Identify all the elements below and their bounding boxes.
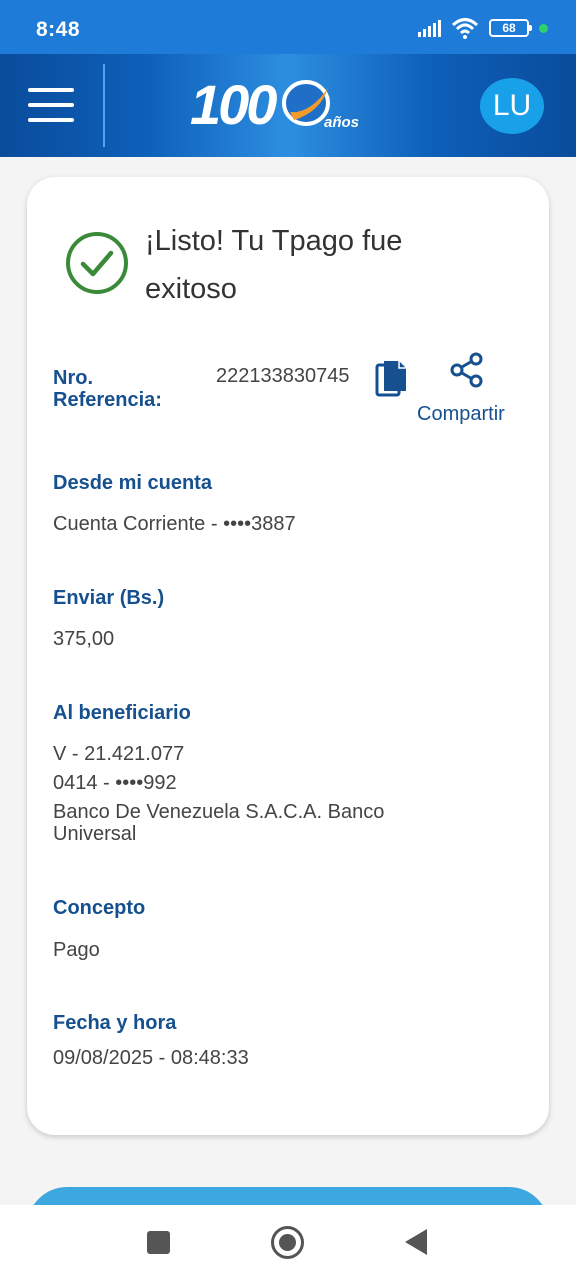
share-icon[interactable] [449,352,485,388]
signal-icon [418,19,441,37]
reference-value: 222133830745 [216,365,350,387]
brand-logo: 100 años [190,72,370,142]
share-button[interactable]: Compartir [417,403,505,426]
concept-label: Concepto [53,897,146,919]
status-dot [539,23,548,33]
beneficiary-bank: Banco De Venezuela S.A.C.A. Banco Univer… [53,801,385,845]
logo-number: 100 [190,73,277,136]
beneficiary-phone: 0414 - ••••992 [53,772,177,794]
back-icon[interactable] [405,1229,427,1255]
home-icon[interactable] [271,1226,304,1259]
amount-value: 375,00 [53,628,115,650]
logo-suffix: años [324,114,360,131]
status-bar: 8:48 68 [0,0,576,54]
from-account-label: Desde mi cuenta [53,472,212,494]
battery-icon: 68 [489,19,532,37]
concept-value: Pago [53,939,100,961]
datetime-value: 09/08/2025 - 08:48:33 [53,1047,249,1069]
receipt-card: ¡Listo! Tu Tpago fue exitoso Nro. Refere… [27,177,549,1135]
wifi-icon [451,18,479,39]
beneficiary-id: V - 21.421.077 [53,743,185,765]
amount-label: Enviar (Bs.) [53,587,165,609]
copy-icon[interactable] [375,359,409,399]
from-account-value: Cuenta Corriente - ••••3887 [53,513,296,535]
recents-icon[interactable] [147,1231,170,1254]
status-time: 8:48 [36,18,81,41]
header-divider [103,64,105,147]
menu-icon[interactable] [28,86,74,124]
success-check-icon [66,232,128,294]
battery-level: 68 [502,21,516,35]
status-icons: 68 [418,17,548,39]
reference-label: Nro. Referencia: [53,367,162,411]
app-header: 100 años LU [0,54,576,157]
datetime-label: Fecha y hora [53,1012,177,1034]
beneficiary-label: Al beneficiario [53,702,191,724]
avatar[interactable]: LU [480,78,544,134]
system-nav-bar [0,1205,576,1280]
receipt-title: ¡Listo! Tu Tpago fue exitoso [145,225,403,305]
